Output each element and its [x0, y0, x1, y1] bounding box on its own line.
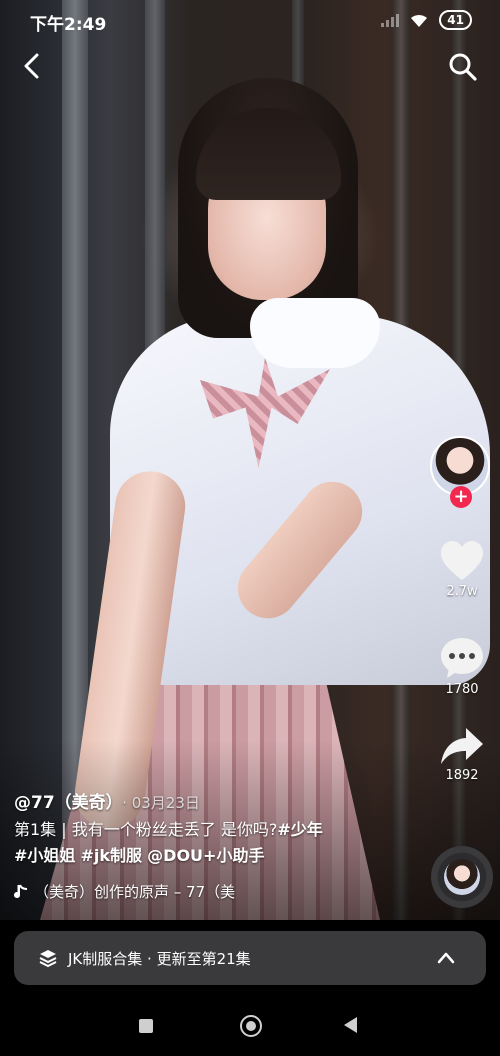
heart-icon[interactable] — [439, 540, 485, 582]
hashtag-link[interactable]: #少年 — [277, 820, 322, 839]
comment-icon[interactable] — [439, 636, 485, 680]
signal-icon — [381, 13, 400, 27]
share-arrow-icon[interactable] — [439, 726, 485, 766]
music-info[interactable]: （美奇）创作的原声 – 77（美 — [14, 881, 424, 902]
video-player[interactable] — [0, 0, 500, 920]
status-bar: 下午2:49 41 — [0, 0, 500, 40]
system-nav-bar — [0, 992, 500, 1056]
post-description: 第1集 | 我有一个粉丝走丢了 是你吗?#少年 #小姐姐 #jk制服 @DOU+… — [14, 817, 424, 869]
nav-back-button[interactable] — [344, 1017, 357, 1033]
description-text: 第1集 | 我有一个粉丝走丢了 是你吗? — [14, 820, 278, 839]
like-count: 2.7w — [446, 584, 478, 599]
search-icon[interactable] — [448, 52, 478, 82]
post-caption: @77（美奇） · 03月23日 第1集 | 我有一个粉丝走丢了 是你吗?#少年 … — [14, 788, 424, 902]
hashtag-link[interactable]: #jk制服 — [81, 846, 143, 865]
author-name[interactable]: @77（美奇） — [14, 793, 114, 813]
status-icons: 41 — [381, 10, 472, 30]
share-button[interactable]: 1892 — [430, 726, 494, 783]
battery-indicator: 41 — [439, 10, 472, 30]
comment-button[interactable]: 1780 — [430, 636, 494, 697]
status-time: 下午2:49 — [30, 15, 107, 35]
follow-plus-icon[interactable]: + — [450, 486, 472, 508]
wifi-icon — [411, 14, 428, 27]
home-button[interactable] — [240, 1015, 262, 1037]
video-subject-collar — [250, 298, 380, 368]
like-button[interactable]: 2.7w — [430, 540, 494, 599]
mention-link[interactable]: @DOU+小助手 — [147, 846, 264, 865]
music-title[interactable]: （美奇）创作的原声 – 77（美 — [34, 881, 235, 902]
music-note-icon — [14, 884, 28, 898]
collection-bar[interactable]: JK制服合集 · 更新至第21集 — [14, 931, 486, 985]
layers-icon — [39, 950, 57, 968]
post-date: · 03月23日 — [122, 794, 200, 812]
chevron-up-icon[interactable] — [436, 948, 456, 968]
recents-button[interactable] — [139, 1019, 153, 1033]
hashtag-link[interactable]: #小姐姐 — [14, 846, 75, 865]
music-disc-cover — [444, 859, 480, 895]
author-avatar-button[interactable]: + — [430, 436, 490, 508]
back-arrow-icon[interactable] — [20, 52, 44, 80]
comment-count: 1780 — [445, 682, 479, 697]
author-line: @77（美奇） · 03月23日 — [14, 788, 424, 813]
collection-label: JK制服合集 · 更新至第21集 — [68, 949, 251, 968]
music-disc-button[interactable] — [431, 846, 493, 908]
share-count: 1892 — [445, 768, 479, 783]
